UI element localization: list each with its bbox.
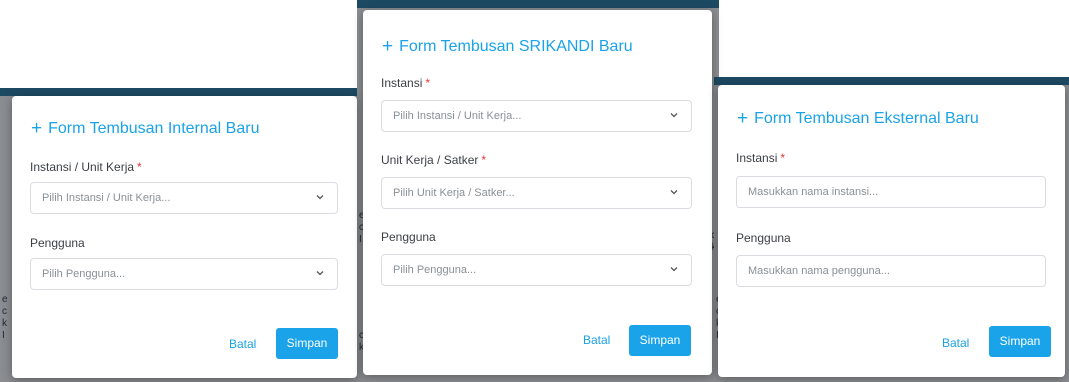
- save-button[interactable]: Simpan: [276, 328, 338, 359]
- cancel-button[interactable]: Batal: [942, 336, 969, 350]
- chevron-down-icon: [670, 267, 678, 272]
- instansi-unit-kerja-select[interactable]: Pilih Instansi / Unit Kerja...: [30, 182, 338, 214]
- unit-kerja-satker-select[interactable]: Pilih Unit Kerja / Satker...: [381, 177, 692, 209]
- instansi-label: Instansi *: [736, 151, 785, 165]
- instansi-select[interactable]: Pilih Instansi / Unit Kerja...: [381, 100, 692, 132]
- instansi-input[interactable]: Masukkan nama instansi...: [736, 176, 1046, 208]
- dialog-title-text: Form Tembusan Internal Baru: [48, 120, 260, 137]
- pengguna-placeholder: Pilih Pengguna...: [42, 268, 126, 280]
- chevron-down-icon: [670, 190, 678, 195]
- unit-placeholder: Pilih Unit Kerja / Satker...: [393, 187, 515, 199]
- chevron-down-icon: [670, 113, 678, 118]
- pengguna-input[interactable]: Masukkan nama pengguna...: [736, 255, 1046, 287]
- plus-icon: +: [382, 36, 394, 57]
- cancel-button[interactable]: Batal: [583, 333, 610, 347]
- required-mark: *: [780, 151, 786, 165]
- unit-kerja-satker-label: Unit Kerja / Satker *: [381, 153, 486, 167]
- dialog-title-text: Form Tembusan Eksternal Baru: [754, 110, 979, 127]
- instansi-label-text: Instansi / Unit Kerja: [30, 160, 135, 174]
- pengguna-label: Pengguna: [30, 236, 85, 250]
- plus-icon: +: [31, 118, 43, 139]
- dialog-title: + Form Tembusan Eksternal Baru: [737, 107, 979, 129]
- panel-1-background-text: eckI: [2, 294, 8, 341]
- instansi-placeholder: Pilih Instansi / Unit Kerja...: [393, 110, 522, 122]
- dialog-title-text: Form Tembusan SRIKANDI Baru: [399, 38, 633, 55]
- external-form-dialog: + Form Tembusan Eksternal Baru Instansi * …: [718, 85, 1065, 377]
- panel-1-header-bar: [0, 88, 363, 96]
- panel-3-header-bar: [714, 77, 1069, 85]
- save-button[interactable]: Simpan: [989, 326, 1051, 357]
- plus-icon: +: [737, 108, 749, 129]
- required-mark: *: [425, 76, 431, 90]
- panel-2-header-bar: [357, 0, 719, 8]
- pengguna-select[interactable]: Pilih Pengguna...: [30, 258, 338, 290]
- dialog-title: + Form Tembusan SRIKANDI Baru: [382, 35, 633, 57]
- instansi-placeholder: Masukkan nama instansi...: [748, 186, 879, 198]
- internal-form-dialog: + Form Tembusan Internal Baru Instansi / …: [12, 96, 357, 378]
- save-button[interactable]: Simpan: [629, 325, 691, 356]
- instansi-label-text: Instansi: [736, 151, 778, 165]
- pengguna-select[interactable]: Pilih Pengguna...: [381, 254, 692, 286]
- required-mark: *: [481, 153, 487, 167]
- pengguna-placeholder: Pilih Pengguna...: [393, 264, 477, 276]
- chevron-down-icon: [316, 271, 324, 276]
- instansi-placeholder: Pilih Instansi / Unit Kerja...: [42, 192, 171, 204]
- srikandi-form-dialog: + Form Tembusan SRIKANDI Baru Instansi * P…: [363, 10, 712, 375]
- instansi-label-text: Instansi: [381, 76, 423, 90]
- instansi-unit-kerja-label: Instansi / Unit Kerja *: [30, 160, 142, 174]
- dialog-title: + Form Tembusan Internal Baru: [31, 117, 259, 139]
- pengguna-label: Pengguna: [381, 230, 436, 244]
- cancel-button[interactable]: Batal: [229, 337, 256, 351]
- pengguna-placeholder: Masukkan nama pengguna...: [748, 265, 890, 277]
- required-mark: *: [137, 160, 142, 174]
- unit-label-text: Unit Kerja / Satker: [381, 153, 479, 167]
- instansi-label: Instansi *: [381, 76, 430, 90]
- pengguna-label: Pengguna: [736, 231, 791, 245]
- chevron-down-icon: [316, 195, 324, 200]
